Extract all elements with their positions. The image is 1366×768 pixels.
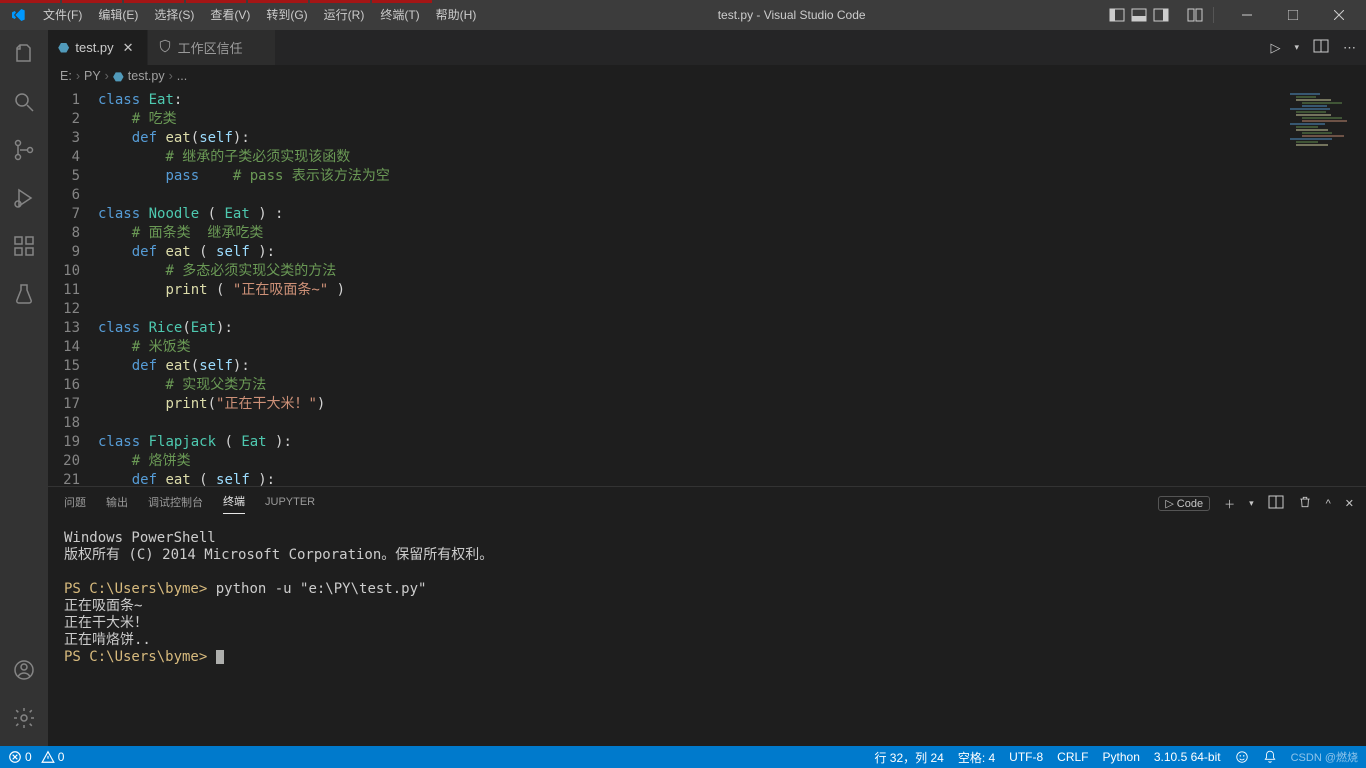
tab-label: 工作区信任 — [178, 38, 243, 57]
editor[interactable]: 123456789101112131415161718192021 class … — [48, 87, 1366, 486]
shield-icon — [158, 39, 172, 56]
panel-tabs: 问题输出调试控制台终端 JUPYTER ▷ Code ＋ ▾ ^ ✕ — [48, 487, 1366, 520]
source-control-icon[interactable] — [0, 126, 48, 174]
menu-item[interactable]: 选择(S) — [146, 0, 202, 30]
settings-icon[interactable] — [0, 694, 48, 742]
watermark: CSDN @燃烧 — [1291, 749, 1358, 765]
accounts-icon[interactable] — [0, 646, 48, 694]
feedback-icon[interactable] — [1235, 750, 1249, 764]
panel-bottom-icon[interactable] — [1131, 7, 1147, 23]
tab-workspace-trust[interactable]: 工作区信任 ✕ — [148, 30, 277, 65]
layout-custom-icon[interactable] — [1187, 7, 1203, 23]
terminal-launch-select[interactable]: ▷ Code — [1158, 496, 1210, 511]
tab-test-py[interactable]: ⬣ test.py ✕ — [48, 30, 148, 65]
status-eol[interactable]: CRLF — [1057, 750, 1088, 764]
maximize-panel-icon[interactable]: ^ — [1326, 498, 1331, 510]
menu-bar: 文件(F)编辑(E)选择(S)查看(V)转到(G)运行(R)终端(T)帮助(H) — [35, 0, 484, 30]
extensions-icon[interactable] — [0, 222, 48, 270]
python-file-icon: ⬣ — [113, 69, 124, 84]
chevron-down-icon[interactable]: ▾ — [1294, 42, 1299, 53]
panel-right-icon[interactable] — [1153, 7, 1169, 23]
close-button[interactable] — [1316, 0, 1362, 30]
title-bar: 文件(F)编辑(E)选择(S)查看(V)转到(G)运行(R)终端(T)帮助(H)… — [0, 0, 1366, 30]
python-file-icon: ⬣ — [58, 40, 69, 56]
line-numbers: 123456789101112131415161718192021 — [48, 87, 98, 486]
minimize-button[interactable] — [1224, 0, 1270, 30]
status-errors[interactable]: 0 0 — [8, 750, 64, 764]
vscode-icon — [0, 7, 35, 23]
status-spaces[interactable]: 空格: 4 — [958, 749, 995, 766]
status-line-col[interactable]: 行 32，列 24 — [874, 749, 943, 766]
menu-item[interactable]: 文件(F) — [35, 0, 90, 30]
status-bar: 0 0 行 32，列 24 空格: 4 UTF-8 CRLF Python 3.… — [0, 746, 1366, 768]
panel-tab[interactable]: 终端 — [223, 493, 245, 514]
panel-tab[interactable]: 输出 — [106, 494, 128, 514]
split-editor-icon[interactable] — [1313, 38, 1329, 57]
chevron-right-icon: › — [169, 69, 173, 83]
window-title: test.py - Visual Studio Code — [484, 8, 1099, 22]
close-panel-icon[interactable]: ✕ — [1345, 497, 1354, 510]
panel-left-icon[interactable] — [1109, 7, 1125, 23]
status-encoding[interactable]: UTF-8 — [1009, 750, 1043, 764]
menu-item[interactable]: 查看(V) — [202, 0, 258, 30]
menu-item[interactable]: 编辑(E) — [90, 0, 146, 30]
explorer-icon[interactable] — [0, 30, 48, 78]
window-top-accent — [0, 0, 434, 3]
run-icon[interactable]: ▷ — [1270, 40, 1280, 56]
panel-actions: ▷ Code ＋ ▾ ^ ✕ — [1158, 494, 1366, 513]
editor-tabs: ⬣ test.py ✕ 工作区信任 ✕ ▷ ▾ ⋯ — [48, 30, 1366, 65]
layout-icons — [1099, 7, 1214, 23]
tab-close-icon[interactable]: ✕ — [120, 40, 137, 56]
activity-bar — [0, 30, 48, 746]
breadcrumb-item[interactable]: PY — [84, 69, 101, 83]
minimap[interactable] — [1246, 87, 1366, 486]
chevron-down-icon[interactable]: ▾ — [1249, 498, 1254, 509]
menu-item[interactable]: 帮助(H) — [428, 0, 485, 30]
chevron-right-icon: › — [76, 69, 80, 83]
breadcrumbs: E: › PY › ⬣ test.py ›... — [48, 65, 1366, 87]
more-icon[interactable]: ⋯ — [1343, 40, 1356, 56]
maximize-button[interactable] — [1270, 0, 1316, 30]
editor-actions: ▷ ▾ ⋯ — [1270, 30, 1366, 65]
panel-tab[interactable]: 问题 — [64, 494, 86, 514]
run-debug-icon[interactable] — [0, 174, 48, 222]
code-area[interactable]: class Eat: # 吃类 def eat(self): # 继承的子类必须… — [98, 87, 1246, 486]
search-icon[interactable] — [0, 78, 48, 126]
testing-icon[interactable] — [0, 270, 48, 318]
tab-label: test.py — [75, 40, 113, 55]
split-terminal-icon[interactable] — [1268, 494, 1284, 513]
breadcrumb-item[interactable]: E: — [60, 69, 72, 83]
notifications-icon[interactable] — [1263, 750, 1277, 764]
chevron-right-icon: › — [105, 69, 109, 83]
new-terminal-icon[interactable]: ＋ — [1224, 496, 1235, 512]
breadcrumb-item[interactable]: test.py — [128, 69, 165, 83]
status-language[interactable]: Python — [1103, 750, 1140, 764]
terminal-output[interactable]: Windows PowerShell版权所有 (C) 2014 Microsof… — [48, 520, 1366, 746]
panel-tab[interactable]: 调试控制台 — [148, 494, 203, 514]
panel-tab[interactable]: JUPYTER — [265, 496, 315, 512]
bottom-panel: 问题输出调试控制台终端 JUPYTER ▷ Code ＋ ▾ ^ ✕ Window… — [48, 486, 1366, 746]
breadcrumb-item[interactable]: ... — [177, 69, 187, 83]
status-interpreter[interactable]: 3.10.5 64-bit — [1154, 750, 1221, 764]
menu-item[interactable]: 运行(R) — [316, 0, 373, 30]
kill-terminal-icon[interactable] — [1298, 495, 1312, 512]
menu-item[interactable]: 转到(G) — [258, 0, 315, 30]
menu-item[interactable]: 终端(T) — [372, 0, 427, 30]
